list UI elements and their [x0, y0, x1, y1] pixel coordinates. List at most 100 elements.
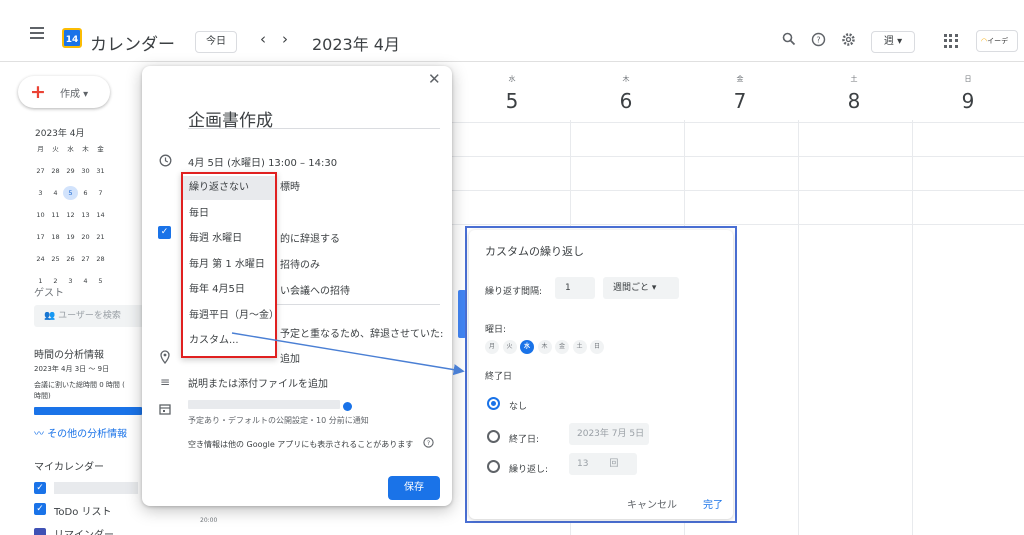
end-date-radio[interactable]	[487, 430, 500, 443]
mini-day[interactable]	[108, 186, 123, 200]
mini-day[interactable]: 31	[93, 164, 108, 178]
menu-icon[interactable]	[30, 32, 44, 34]
repeat-option[interactable]: 毎週 水曜日	[183, 227, 275, 251]
weekday-toggle[interactable]: 金	[555, 340, 569, 354]
day-number[interactable]: 8	[798, 89, 910, 113]
help-circle-icon[interactable]: ?	[423, 437, 434, 451]
weekday-toggle[interactable]: 日	[590, 340, 604, 354]
mini-day[interactable]: 5	[93, 274, 108, 288]
mini-day[interactable]: 3	[33, 186, 48, 200]
repeat-option[interactable]: 毎年 4月5日	[183, 278, 275, 302]
view-selector[interactable]: 週 ▾	[871, 31, 915, 53]
weekday-toggle[interactable]: 月	[485, 340, 499, 354]
close-icon[interactable]: ✕	[428, 70, 441, 88]
mini-day[interactable]: 18	[48, 230, 63, 244]
mini-day[interactable]: 30	[78, 164, 93, 178]
mini-day[interactable]: 29	[63, 164, 78, 178]
day-column-header[interactable]: 土8	[798, 74, 910, 113]
day-number[interactable]: 9	[912, 89, 1024, 113]
calendar-select-redacted[interactable]	[188, 400, 340, 409]
mini-day[interactable]	[123, 230, 138, 244]
mini-day[interactable]	[108, 274, 123, 288]
cancel-button[interactable]: キャンセル	[627, 496, 677, 511]
day-column-header[interactable]: 木6	[570, 74, 682, 113]
mini-day[interactable]: 4	[78, 274, 93, 288]
mini-day[interactable]: 21	[93, 230, 108, 244]
mini-day[interactable]: 10	[33, 208, 48, 222]
mini-day[interactable]: 17	[33, 230, 48, 244]
next-week-button[interactable]: ›	[282, 30, 288, 48]
repeat-option[interactable]: カスタム...	[183, 329, 275, 353]
mini-day[interactable]: 7	[93, 186, 108, 200]
create-button[interactable]: + 作成 ▾	[18, 76, 110, 108]
settings-gear-icon[interactable]	[840, 32, 856, 48]
end-date-input[interactable]: 2023年 7月 5日	[569, 423, 649, 445]
day-column-header[interactable]: 金7	[684, 74, 796, 113]
mini-day[interactable]: 25	[48, 252, 63, 266]
day-number[interactable]: 7	[684, 89, 796, 113]
todo-checkbox[interactable]: ✓	[34, 503, 46, 515]
interval-input[interactable]: 1	[555, 277, 595, 299]
mini-day[interactable]: 12	[63, 208, 78, 222]
today-button[interactable]: 今日	[195, 31, 237, 53]
visibility-note[interactable]: 予定あり・デフォルトの公開設定・10 分前に通知	[188, 415, 369, 426]
mini-day[interactable]	[123, 164, 138, 178]
mini-day[interactable]: 13	[78, 208, 93, 222]
end-count-input[interactable]: 13 回	[569, 453, 637, 475]
decline-message[interactable]: 予定と重なるため、辞退させていた:	[280, 325, 443, 340]
save-button[interactable]: 保存	[388, 476, 440, 500]
mini-day[interactable]: 5	[63, 186, 78, 200]
mini-day[interactable]: 19	[63, 230, 78, 244]
repeat-option[interactable]: 毎日	[183, 202, 275, 226]
calendar-color-dot[interactable]	[343, 402, 352, 411]
mini-day[interactable]	[108, 230, 123, 244]
repeat-option[interactable]: 繰り返さない	[183, 176, 275, 200]
mini-day[interactable]: 26	[63, 252, 78, 266]
weekday-toggle[interactable]: 水	[520, 340, 534, 354]
mini-day[interactable]: 28	[93, 252, 108, 266]
help-icon[interactable]: ?	[810, 32, 826, 48]
weekday-toggle[interactable]: 土	[572, 340, 587, 354]
mini-day[interactable]: 4	[48, 186, 63, 200]
apps-grid-icon[interactable]	[944, 34, 958, 48]
event-datetime[interactable]: 4月 5日 (水曜日) 13:00 – 14:30	[188, 154, 337, 169]
more-analysis-button[interactable]: 〰 その他の分析情報	[34, 426, 142, 444]
repeat-option[interactable]: 毎月 第 1 水曜日	[183, 253, 275, 277]
auto-decline-checkbox[interactable]: ✓	[158, 226, 171, 239]
mini-day[interactable]: 14	[93, 208, 108, 222]
mini-day[interactable]: 20	[78, 230, 93, 244]
weekday-toggle[interactable]: 火	[502, 340, 517, 354]
mini-day[interactable]: 3	[63, 274, 78, 288]
search-icon[interactable]	[781, 32, 797, 48]
mini-day[interactable]	[123, 208, 138, 222]
mini-day[interactable]: 11	[48, 208, 63, 222]
mini-day[interactable]	[123, 252, 138, 266]
done-button[interactable]: 完了	[703, 496, 723, 511]
location-fragment[interactable]: 追加	[280, 350, 300, 365]
mini-day[interactable]: 27	[78, 252, 93, 266]
description-field[interactable]: 説明または添付ファイルを追加	[188, 375, 328, 390]
guest-search-input[interactable]: 👥 ユーザーを検索	[34, 305, 144, 327]
brand-logo[interactable]: ◠イーデ	[976, 30, 1018, 52]
interval-unit-select[interactable]: 週間ごと ▾	[603, 277, 679, 299]
end-none-radio[interactable]	[487, 397, 500, 410]
calendar-checkbox-primary[interactable]: ✓	[34, 482, 46, 494]
mini-day[interactable]: 6	[78, 186, 93, 200]
repeat-option[interactable]: 毎週平日（月〜金）	[183, 304, 279, 328]
mini-day[interactable]: 28	[48, 164, 63, 178]
day-number[interactable]: 5	[456, 89, 568, 113]
end-count-radio[interactable]	[487, 460, 500, 473]
prev-week-button[interactable]: ‹	[260, 30, 266, 48]
reminder-checkbox[interactable]	[34, 528, 46, 535]
day-number[interactable]: 6	[570, 89, 682, 113]
day-column-header[interactable]: 日9	[912, 74, 1024, 113]
weekday-toggle[interactable]: 木	[537, 340, 552, 354]
mini-day[interactable]	[123, 186, 138, 200]
mini-day[interactable]	[108, 208, 123, 222]
mini-day[interactable]	[108, 252, 123, 266]
mini-day[interactable]	[123, 274, 138, 288]
mini-day[interactable]: 27	[33, 164, 48, 178]
day-column-header[interactable]: 水5	[456, 74, 568, 113]
mini-day[interactable]: 24	[33, 252, 48, 266]
mini-day[interactable]	[108, 164, 123, 178]
